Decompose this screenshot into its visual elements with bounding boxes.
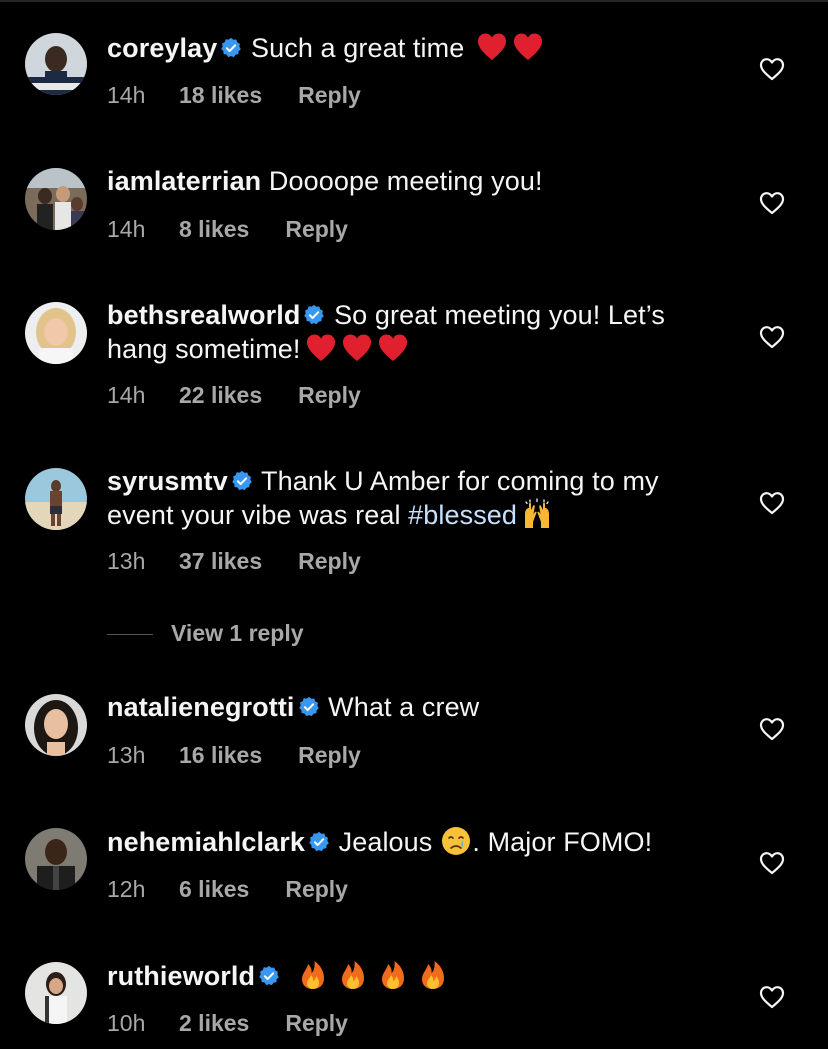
reply-button[interactable]: Reply (298, 80, 361, 110)
comment-time: 13h (107, 548, 146, 574)
fire-icon (301, 961, 324, 989)
comment-text: What a crew (328, 692, 480, 722)
likes-count[interactable]: 16 likes (179, 740, 262, 770)
comment-text: Doooope meeting you! (268, 166, 543, 196)
avatar[interactable] (25, 962, 87, 1024)
top-divider (0, 0, 828, 2)
verified-badge-icon (232, 470, 252, 491)
view-replies-button[interactable]: View 1 reply (107, 618, 304, 648)
reply-button[interactable]: Reply (298, 740, 361, 770)
comment-text: Such a great time (251, 33, 465, 63)
likes-count[interactable]: 2 likes (179, 1008, 249, 1038)
comment-username[interactable]: nehemiahlclark (107, 827, 305, 857)
avatar[interactable] (25, 468, 87, 530)
reply-button[interactable]: Reply (298, 546, 361, 576)
comment-username[interactable]: iamlaterrian (107, 166, 261, 196)
avatar[interactable] (25, 828, 87, 890)
verified-badge-icon (221, 37, 242, 58)
avatar[interactable] (25, 33, 87, 95)
comment-time: 10h (107, 1010, 146, 1036)
fire-icon (341, 961, 364, 989)
verified-badge-icon (259, 965, 279, 986)
comment-text-after: . Major FOMO! (472, 827, 653, 857)
avatar[interactable] (25, 168, 87, 230)
comment-time: 12h (107, 876, 146, 902)
reply-button[interactable]: Reply (285, 1008, 348, 1038)
like-heart-icon[interactable] (759, 985, 785, 1009)
red-heart-icon (306, 334, 335, 361)
likes-count[interactable]: 8 likes (179, 214, 249, 244)
fire-icon (421, 961, 444, 989)
red-heart-icon (342, 334, 371, 361)
red-heart-icon (378, 334, 407, 361)
comment-username[interactable]: natalienegrotti (107, 692, 295, 722)
reply-button[interactable]: Reply (285, 214, 348, 244)
comment-username[interactable]: ruthieworld (107, 961, 255, 991)
avatar[interactable] (25, 302, 87, 364)
view-replies-label: View 1 reply (171, 620, 304, 646)
likes-count[interactable]: 37 likes (179, 546, 262, 576)
red-heart-icon (477, 33, 506, 60)
comment-time: 13h (107, 742, 146, 768)
comment-text: Jealous (338, 827, 433, 857)
reply-button[interactable]: Reply (285, 874, 348, 904)
reply-button[interactable]: Reply (298, 380, 361, 410)
like-heart-icon[interactable] (759, 851, 785, 875)
like-heart-icon[interactable] (759, 717, 785, 741)
raising-hands-icon (525, 498, 550, 528)
hashtag-link[interactable]: #blessed (408, 500, 517, 530)
comment-username[interactable]: coreylay (107, 33, 217, 63)
verified-badge-icon (298, 696, 319, 717)
likes-count[interactable]: 6 likes (179, 874, 249, 904)
like-heart-icon[interactable] (759, 191, 785, 215)
verified-badge-icon (309, 831, 329, 852)
crying-face-icon (442, 827, 471, 855)
comment-username[interactable]: bethsrealworld (107, 300, 300, 330)
like-heart-icon[interactable] (759, 491, 785, 515)
replies-divider-line (107, 634, 153, 636)
like-heart-icon[interactable] (759, 325, 785, 349)
avatar[interactable] (25, 694, 87, 756)
red-heart-icon (513, 33, 542, 60)
verified-badge-icon (304, 304, 325, 325)
comment-username[interactable]: syrusmtv (107, 466, 228, 496)
comment-time: 14h (107, 382, 146, 408)
comment-time: 14h (107, 82, 146, 108)
comment-time: 14h (107, 216, 146, 242)
like-heart-icon[interactable] (759, 57, 785, 81)
fire-icon (381, 961, 404, 989)
likes-count[interactable]: 22 likes (179, 380, 262, 410)
likes-count[interactable]: 18 likes (179, 80, 262, 110)
